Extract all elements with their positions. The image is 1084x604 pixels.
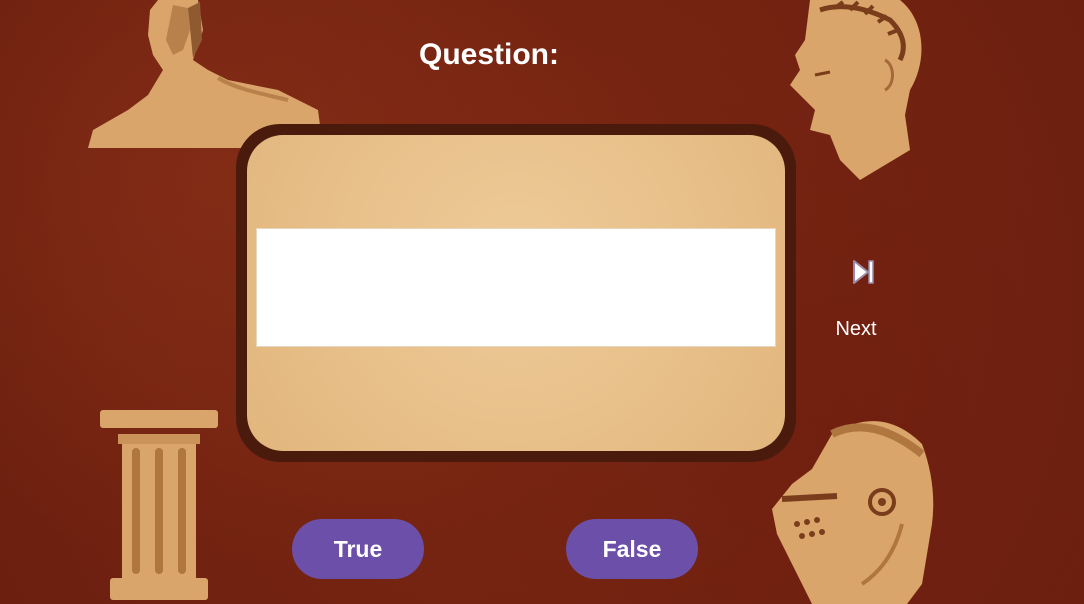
greek-column-illustration	[100, 410, 218, 600]
caesar-bust-illustration	[790, 0, 922, 180]
next-button[interactable]	[846, 255, 880, 289]
question-text-box	[256, 228, 776, 347]
next-label[interactable]: Next	[826, 318, 886, 341]
knight-helmet-illustration	[772, 421, 934, 604]
question-title: Question:	[419, 38, 559, 71]
skip-next-icon	[853, 260, 874, 284]
false-button[interactable]: False	[566, 519, 698, 579]
true-button[interactable]: True	[292, 519, 424, 579]
